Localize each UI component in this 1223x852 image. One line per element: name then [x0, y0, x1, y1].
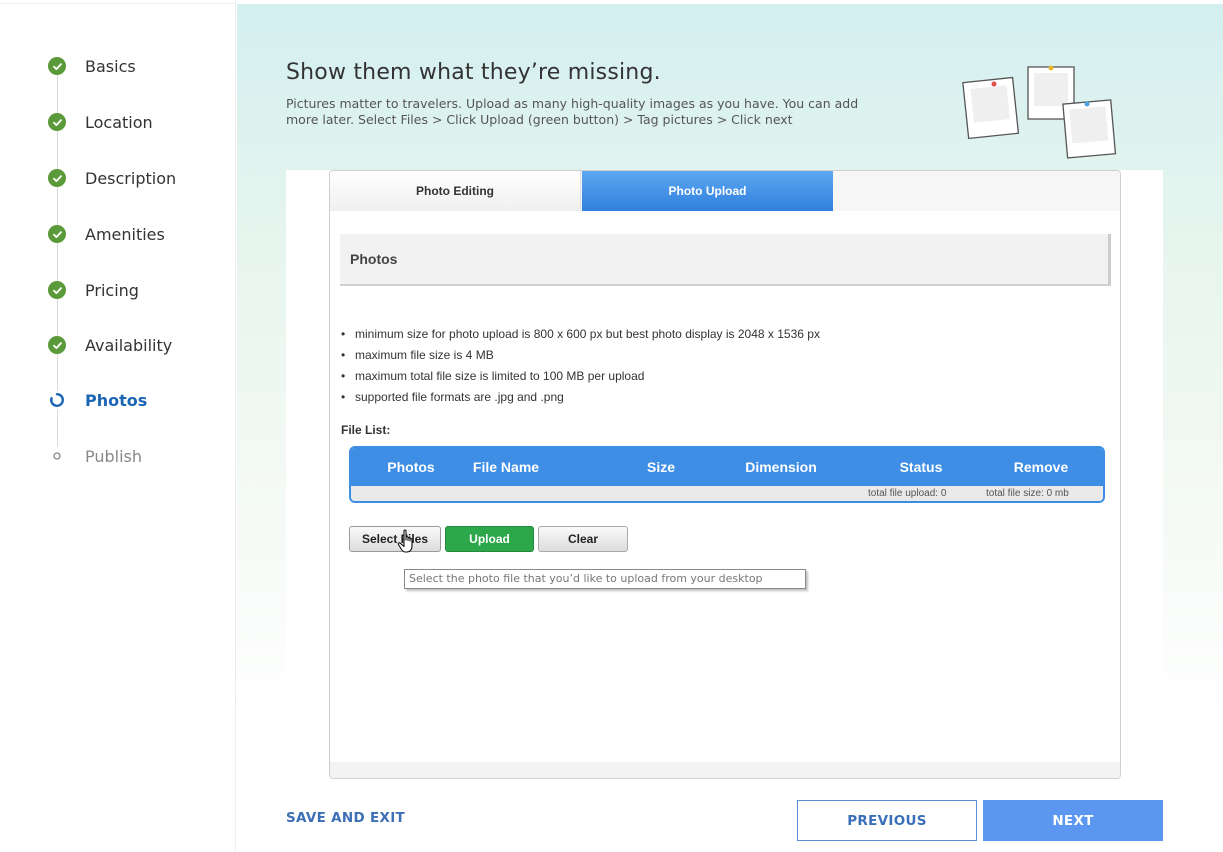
sidebar-step-label: Amenities: [85, 224, 165, 244]
list-item: maximum total file size is limited to 10…: [341, 366, 820, 387]
section-title: Photos: [350, 251, 398, 267]
sidebar-step-pricing[interactable]: Pricing: [48, 278, 139, 302]
tab-photo-editing[interactable]: Photo Editing: [330, 171, 581, 211]
select-files-button[interactable]: Select Files: [349, 526, 441, 552]
column-header-status: Status: [899, 459, 943, 475]
page-title: Show them what they’re missing.: [286, 60, 661, 85]
next-button[interactable]: NEXT: [983, 800, 1163, 841]
section-header: Photos: [340, 234, 1111, 286]
page-subtitle: Pictures matter to travelers. Upload as …: [286, 96, 859, 127]
check-circle-icon: [48, 169, 66, 187]
progress-ring-icon: [48, 391, 66, 409]
previous-button[interactable]: PREVIOUS: [797, 800, 977, 841]
save-and-exit-link[interactable]: SAVE AND EXIT: [286, 810, 405, 826]
sidebar-step-label: Location: [85, 112, 153, 132]
upload-rules-list: minimum size for photo upload is 800 x 6…: [341, 324, 820, 408]
column-header-photos: Photos: [387, 459, 435, 475]
sidebar-step-availability[interactable]: Availability: [48, 333, 172, 357]
check-circle-icon: [48, 57, 66, 75]
table-header: Photos File Name Size Dimension Status R…: [351, 448, 1103, 486]
column-header-dimension: Dimension: [745, 459, 817, 475]
check-circle-icon: [48, 336, 66, 354]
polaroid-photos-illustration: [962, 65, 1117, 159]
sidebar-top-divider: [0, 0, 236, 4]
total-file-upload: total file upload: 0: [868, 488, 947, 499]
sidebar-step-label: Photos: [85, 390, 148, 410]
sidebar-step-description[interactable]: Description: [48, 166, 176, 190]
clear-button[interactable]: Clear: [538, 526, 628, 552]
sidebar-step-label: Availability: [85, 335, 173, 355]
column-header-size: Size: [646, 459, 675, 475]
column-header-file-name: File Name: [472, 459, 540, 475]
upload-button[interactable]: Upload: [445, 526, 534, 552]
sidebar-step-photos[interactable]: Photos: [48, 388, 147, 412]
column-header-remove: Remove: [1013, 459, 1069, 475]
list-item: maximum file size is 4 MB: [341, 345, 820, 366]
list-item: minimum size for photo upload is 800 x 6…: [341, 324, 820, 345]
upload-card: Photo Editing Photo Upload Photos minimu…: [329, 170, 1121, 779]
empty-circle-icon: [48, 447, 66, 465]
check-circle-icon: [48, 113, 66, 131]
main-top-strip: [237, 0, 1223, 4]
tab-photo-upload[interactable]: Photo Upload: [582, 171, 833, 211]
sidebar-step-amenities[interactable]: Amenities: [48, 222, 165, 246]
file-list-table: Photos File Name Size Dimension Status R…: [349, 446, 1105, 503]
sidebar-step-label: Publish: [85, 446, 143, 466]
check-circle-icon: [48, 281, 66, 299]
sidebar-step-publish[interactable]: Publish: [48, 444, 142, 468]
sidebar: Basics Location Description Amenities Pr…: [0, 0, 236, 852]
sidebar-step-location[interactable]: Location: [48, 110, 153, 134]
list-item: supported file formats are .jpg and .png: [341, 387, 820, 408]
file-list-label: File List:: [341, 423, 391, 437]
sidebar-step-basics[interactable]: Basics: [48, 54, 136, 78]
total-file-size: total file size: 0 mb: [986, 488, 1069, 499]
sidebar-step-label: Basics: [85, 56, 136, 76]
check-circle-icon: [48, 225, 66, 243]
select-files-tooltip: Select the photo file that you’d like to…: [404, 569, 806, 589]
card-footer-strip: [330, 762, 1120, 778]
tab-bar: Photo Editing Photo Upload: [330, 171, 1120, 211]
sidebar-step-label: Pricing: [85, 280, 139, 300]
hand-pointer-icon: [397, 529, 413, 553]
sidebar-step-label: Description: [85, 168, 177, 188]
table-footer: total file upload: 0 total file size: 0 …: [351, 486, 1103, 501]
